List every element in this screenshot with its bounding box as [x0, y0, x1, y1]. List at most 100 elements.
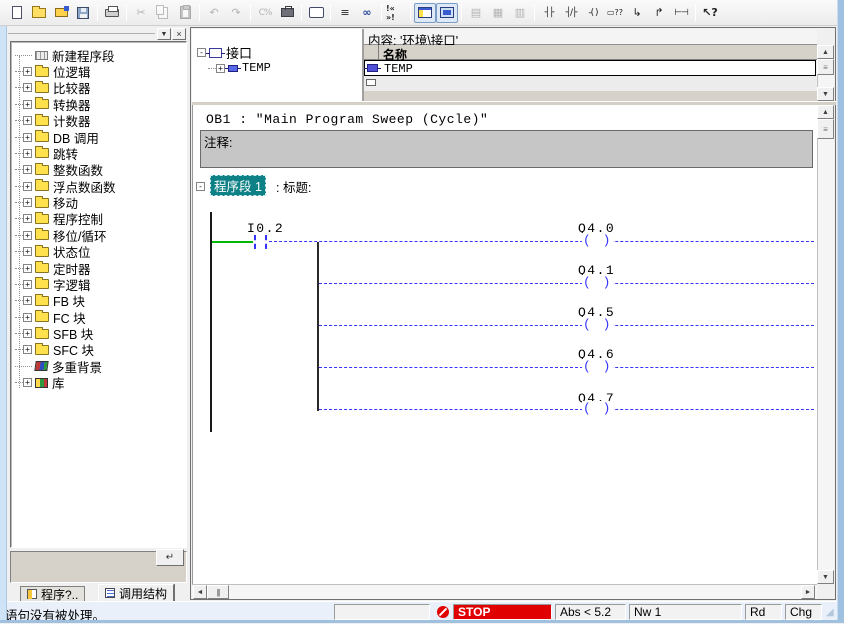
coil-symbol[interactable]: ( )	[582, 317, 613, 332]
decl-scroll-thumb[interactable]: ≡	[817, 59, 834, 75]
sidebar-item-counter[interactable]: 计数器	[11, 113, 186, 129]
symbol-info-icon[interactable]: ≡	[334, 3, 356, 23]
paste-icon[interactable]	[174, 3, 196, 23]
expand-icon[interactable]	[23, 116, 32, 125]
empty-box-icon[interactable]: ▭??	[604, 3, 626, 23]
decl-scroll-up-icon[interactable]: ▲	[817, 45, 834, 59]
expand-icon[interactable]	[216, 64, 225, 73]
expand-icon[interactable]	[23, 345, 32, 354]
expand-icon[interactable]	[23, 149, 32, 158]
editor-hscroll-right-icon[interactable]: ►	[801, 585, 815, 599]
open-branch-icon[interactable]: ↳	[626, 3, 648, 23]
save-icon[interactable]	[72, 3, 94, 23]
sidebar-item-libraries[interactable]: 库	[11, 375, 186, 391]
expand-icon[interactable]	[23, 296, 32, 305]
editor-scroll-track[interactable]	[817, 119, 834, 570]
copy-icon[interactable]	[152, 3, 174, 23]
expand-icon[interactable]	[23, 329, 32, 338]
table-row-temp[interactable]: TEMP	[364, 60, 816, 76]
tab-program-elements[interactable]: 程序?..	[20, 586, 85, 601]
comment-box[interactable]: 注释:	[200, 130, 813, 168]
expand-icon[interactable]	[23, 378, 32, 387]
sidebar-item-db-call[interactable]: DB 调用	[11, 129, 186, 145]
network-title[interactable]: 程序段 1	[210, 175, 266, 196]
expand-icon[interactable]	[23, 280, 32, 289]
sidebar-item-integer-fn[interactable]: 整数函数	[11, 162, 186, 178]
editor-scroll-thumb[interactable]: ≡	[817, 119, 834, 139]
close-branch-icon[interactable]: ↱	[648, 3, 670, 23]
window-overview-icon[interactable]	[436, 3, 458, 23]
program-status-icon[interactable]: !« »!	[385, 3, 407, 23]
sidebar-item-status-bits[interactable]: 状态位	[11, 244, 186, 260]
editor-hscroll-track[interactable]	[192, 584, 817, 599]
description-toggle-icon[interactable]: ↵	[156, 549, 184, 566]
tab-call-structure[interactable]: 调用结构	[98, 584, 174, 601]
sidebar-item-sfc-blocks[interactable]: SFC 块	[11, 342, 186, 358]
new-icon[interactable]	[6, 3, 28, 23]
sidebar-item-fc-blocks[interactable]: FC 块	[11, 309, 186, 325]
expand-icon[interactable]	[23, 313, 32, 322]
expand-icon[interactable]	[23, 214, 32, 223]
sidebar-item-word-logic[interactable]: 字逻辑	[11, 276, 186, 292]
expand-icon[interactable]	[23, 264, 32, 273]
cut-icon[interactable]: ✂	[130, 3, 152, 23]
dock-close-icon[interactable]: ×	[172, 28, 186, 40]
goto-icon[interactable]: C%	[254, 3, 276, 23]
open-networks-icon[interactable]: ▦	[487, 3, 509, 23]
dock-dropdown-icon[interactable]: ▼	[157, 28, 171, 40]
sidebar-item-fb-blocks[interactable]: FB 块	[11, 293, 186, 309]
sidebar-item-sfb-blocks[interactable]: SFB 块	[11, 325, 186, 341]
expand-icon[interactable]	[23, 165, 32, 174]
editor-scroll-down-icon[interactable]: ▼	[817, 570, 834, 584]
resize-grip[interactable]: ◢	[826, 607, 834, 618]
close-networks-icon[interactable]: ▥	[509, 3, 531, 23]
sidebar-item-shift-rotate[interactable]: 移位/循环	[11, 227, 186, 243]
contact-operand[interactable]: I0.2	[247, 221, 284, 236]
coil-symbol[interactable]: ( )	[582, 359, 613, 374]
network-collapse-icon[interactable]	[196, 178, 205, 192]
download-icon[interactable]	[276, 3, 298, 23]
connector-icon[interactable]: ⊢⊣	[670, 3, 692, 23]
sidebar-item-program-control[interactable]: 程序控制	[11, 211, 186, 227]
display-toggle-icon[interactable]	[305, 3, 327, 23]
sidebar-item-converter[interactable]: 转换器	[11, 96, 186, 112]
editor-hscroll-thumb[interactable]: |||	[207, 585, 229, 599]
sidebar-item-jump[interactable]: 跳转	[11, 145, 186, 161]
contact-no-icon[interactable]: ┤├	[538, 3, 560, 23]
undo-icon[interactable]: ↶	[203, 3, 225, 23]
sidebar-item-multi-instance[interactable]: 多重背景	[11, 358, 186, 374]
window-lad-icon[interactable]	[414, 3, 436, 23]
open-block-icon[interactable]	[50, 3, 72, 23]
new-network-icon[interactable]: ▤	[465, 3, 487, 23]
open-icon[interactable]	[28, 3, 50, 23]
editor-hscroll-left-icon[interactable]: ◄	[193, 585, 207, 599]
expand-icon[interactable]	[23, 198, 32, 207]
contact-nc-icon[interactable]: ┤/├	[560, 3, 582, 23]
expand-icon[interactable]	[23, 247, 32, 256]
print-icon[interactable]	[101, 3, 123, 23]
expand-icon[interactable]	[23, 100, 32, 109]
monitor-glasses-icon[interactable]: ∞	[356, 3, 378, 23]
sidebar-item-comparator[interactable]: 比较器	[11, 80, 186, 96]
expand-icon[interactable]	[23, 231, 32, 240]
expand-icon[interactable]	[23, 83, 32, 92]
help-icon[interactable]: ↖?	[699, 3, 721, 23]
sidebar-item-timers[interactable]: 定时器	[11, 260, 186, 276]
coil-symbol[interactable]: ( )	[582, 401, 613, 416]
editor-scroll-up-icon[interactable]: ▲	[817, 105, 834, 119]
interface-temp-node[interactable]: TEMP	[208, 61, 271, 75]
interface-root[interactable]: 接口	[197, 43, 252, 62]
decl-scroll-down-icon[interactable]: ▼	[817, 87, 834, 101]
sidebar-item-new-network[interactable]: 新建程序段	[11, 47, 186, 63]
redo-icon[interactable]: ↷	[225, 3, 247, 23]
contact-bar-right[interactable]	[265, 235, 267, 249]
expand-icon[interactable]	[23, 182, 32, 191]
coil-symbol[interactable]: ( )	[582, 275, 613, 290]
sidebar-item-float-fn[interactable]: 浮点数函数	[11, 178, 186, 194]
sidebar-item-bit-logic[interactable]: 位逻辑	[11, 63, 186, 79]
expand-icon[interactable]	[23, 133, 32, 142]
contact-bar-left[interactable]	[254, 235, 256, 249]
coil-symbol[interactable]: ( )	[582, 233, 613, 248]
sidebar-item-move[interactable]: 移动	[11, 194, 186, 210]
coil-icon[interactable]: -( )	[582, 3, 604, 23]
